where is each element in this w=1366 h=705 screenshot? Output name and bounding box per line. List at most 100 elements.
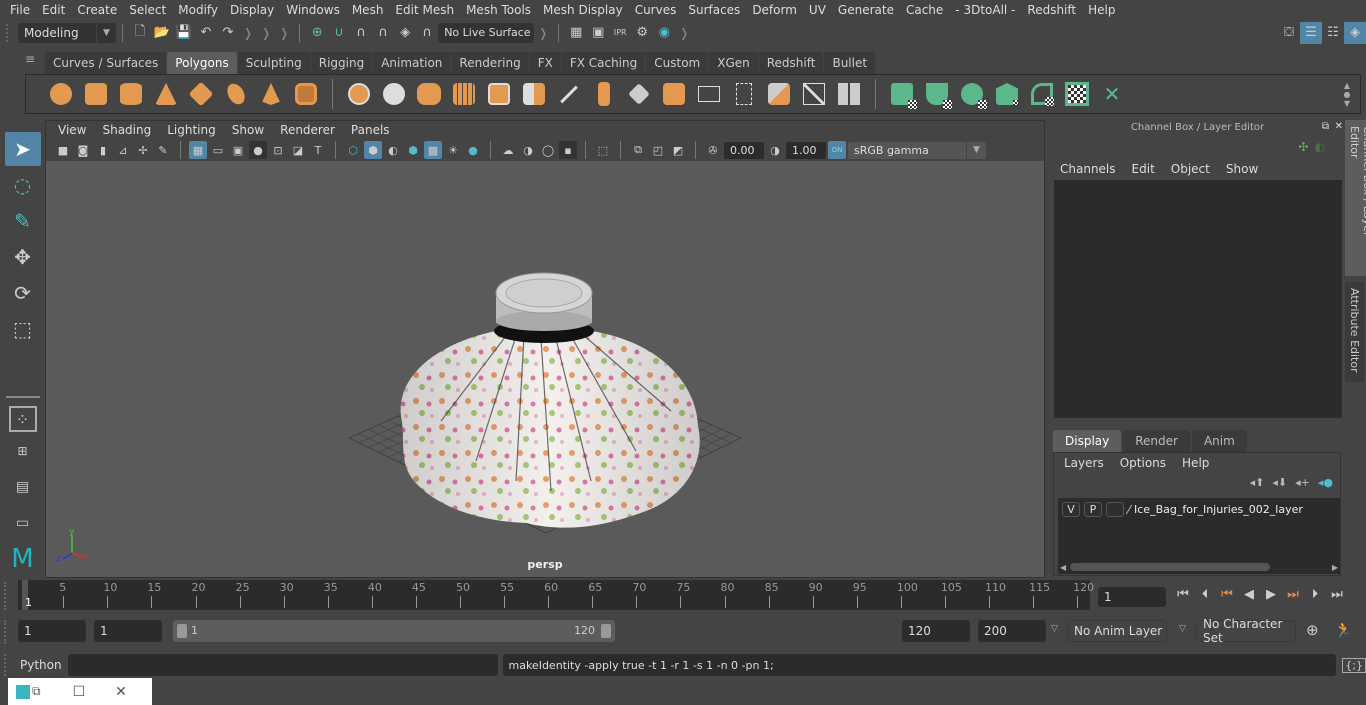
menu-help[interactable]: Help [1082, 3, 1121, 17]
undo-icon[interactable]: ↶ [195, 22, 217, 44]
camera-icon[interactable]: ■ [54, 141, 72, 159]
lasso-select-icon[interactable]: ◌ [5, 168, 41, 202]
move-tool-icon[interactable]: ✥ [5, 240, 41, 274]
collapse-arrow-icon[interactable]: ❭ [279, 26, 289, 40]
play-backwards-icon[interactable]: ◀ [1238, 587, 1260, 602]
vp-menu-view[interactable]: View [50, 123, 94, 137]
smooth-shade-icon[interactable]: ⬢ [364, 141, 382, 159]
playback-end-field[interactable]: 120 [902, 620, 970, 642]
anim-layer-dropdown[interactable]: No Anim Layer [1067, 620, 1167, 642]
shelf-tab-curves-surfaces[interactable]: Curves / Surfaces [45, 52, 168, 74]
menu-edit[interactable]: Edit [36, 3, 71, 17]
cb-menu-channels[interactable]: Channels [1052, 162, 1124, 176]
save-scene-icon[interactable]: 💾 [173, 22, 195, 44]
vp-menu-lighting[interactable]: Lighting [159, 123, 224, 137]
depth-of-field-icon[interactable]: ▪ [559, 141, 577, 159]
single-perspective-layout-icon[interactable]: ⁘ [8, 406, 37, 432]
vp-menu-shading[interactable]: Shading [94, 123, 159, 137]
screen-space-ao-icon[interactable]: ☁ [499, 141, 517, 159]
restore-icon[interactable]: ⧉ [32, 684, 41, 699]
grease-pencil-icon[interactable]: ✎ [154, 141, 172, 159]
motion-blur-icon[interactable]: ◑ [519, 141, 537, 159]
render-view-icon[interactable]: ▦ [565, 22, 587, 44]
poly-pyramid-icon[interactable] [256, 79, 286, 109]
append-icon[interactable] [729, 79, 759, 109]
scale-tool-icon[interactable]: ⬚ [5, 312, 41, 346]
poly-sphere-icon[interactable] [46, 79, 76, 109]
script-editor-icon[interactable]: {;} [1342, 657, 1366, 673]
snap-curve-icon[interactable]: ∪ [328, 22, 350, 44]
le-menu-help[interactable]: Help [1174, 456, 1217, 470]
step-forward-frame-icon[interactable]: ⏵ [1304, 587, 1326, 602]
hyperbolic-icon[interactable]: ∕ [1331, 140, 1335, 154]
multi-cut-icon[interactable] [554, 79, 584, 109]
step-back-key-icon[interactable]: ⏮ [1216, 587, 1238, 602]
render-settings-icon[interactable]: ⚙ [631, 22, 653, 44]
separate-icon[interactable] [379, 79, 409, 109]
safe-action-icon[interactable]: ◪ [289, 141, 307, 159]
default-material-icon[interactable]: ◐ [384, 141, 402, 159]
menu-cache[interactable]: Cache [900, 3, 949, 17]
color-management-toggle[interactable]: ON [828, 141, 846, 159]
attribute-editor-toggle-icon[interactable]: ☰ [1300, 21, 1322, 44]
live-surface-field[interactable]: No Live Surface [438, 22, 535, 43]
grip-handle[interactable] [4, 582, 12, 610]
viewport-panel[interactable]: View Shading Lighting Show Renderer Pane… [45, 120, 1045, 578]
menu-file[interactable]: File [4, 3, 36, 17]
speed-icon[interactable]: ◐ [1314, 140, 1324, 154]
step-forward-key-icon[interactable]: ⏭ [1282, 587, 1304, 602]
poly-diamond-icon[interactable] [186, 79, 216, 109]
script-language-toggle[interactable]: Python [20, 658, 62, 672]
menu-mesh-tools[interactable]: Mesh Tools [460, 3, 537, 17]
uv-spherical-icon[interactable] [957, 79, 987, 109]
shelf-scroll[interactable]: ▲ ● ▼ [1340, 81, 1354, 108]
vp-menu-show[interactable]: Show [224, 123, 272, 137]
chevron-down-icon[interactable]: ▽ [1179, 624, 1186, 634]
poly-pipe-icon[interactable] [291, 79, 321, 109]
bevel-cube-icon[interactable] [484, 79, 514, 109]
exposure-icon[interactable]: ✇ [704, 141, 722, 159]
new-scene-icon[interactable]: 🗋 [129, 22, 151, 44]
maximize-icon[interactable]: ☐ [73, 684, 86, 700]
range-start-handle[interactable] [177, 624, 187, 638]
gamma-icon[interactable]: ◑ [766, 141, 784, 159]
quad-draw-icon[interactable] [834, 79, 864, 109]
menu-surfaces[interactable]: Surfaces [682, 3, 746, 17]
select-tool-icon[interactable]: ➤ [4, 132, 41, 166]
arrow-right-icon[interactable]: ▶ [1332, 563, 1338, 572]
xray-components-icon[interactable]: ◩ [669, 141, 687, 159]
menu-curves[interactable]: Curves [629, 3, 683, 17]
tab-attribute-editor[interactable]: Attribute Editor [1345, 282, 1364, 382]
layer-horizontal-scrollbar[interactable]: ◀ ▶ [1060, 562, 1338, 572]
tab-channel-box-layer-editor[interactable]: Channel Box / Layer Editor [1345, 120, 1366, 276]
use-all-lights-icon[interactable]: ☀ [444, 141, 462, 159]
color-space-dropdown[interactable]: sRGB gamma ▼ [848, 141, 986, 159]
mirror-icon[interactable] [414, 79, 444, 109]
textured-icon[interactable]: ▩ [424, 141, 442, 159]
poly-cube-icon[interactable] [81, 79, 111, 109]
camera-attributes-icon[interactable]: ◙ [74, 141, 92, 159]
extrude-icon[interactable] [589, 79, 619, 109]
snap-grid-icon[interactable]: ⊕ [306, 22, 328, 44]
isolate-select-icon[interactable]: ⬚ [594, 141, 612, 159]
shelf-tab-sculpting[interactable]: Sculpting [237, 52, 311, 74]
grip-handle[interactable] [4, 654, 12, 676]
snap-magnet-icon[interactable]: ∩ [416, 22, 438, 44]
le-menu-layers[interactable]: Layers [1056, 456, 1112, 470]
uv-contour-icon[interactable] [1027, 79, 1057, 109]
collapse-arrow-icon[interactable]: ❭ [679, 26, 689, 40]
le-menu-options[interactable]: Options [1112, 456, 1174, 470]
tool-settings-icon[interactable]: ☷ [1322, 22, 1344, 44]
menu-deform[interactable]: Deform [746, 3, 803, 17]
wireframe-icon[interactable]: ⬡ [344, 141, 362, 159]
new-layer-icon[interactable]: ◂+ [1295, 476, 1310, 489]
move-layer-up-icon[interactable]: ◂⬆ [1250, 476, 1265, 489]
menu-modify[interactable]: Modify [172, 3, 224, 17]
tab-anim[interactable]: Anim [1191, 430, 1247, 452]
bevel-icon[interactable] [799, 79, 829, 109]
manipulator-icon[interactable]: ✣ [1298, 140, 1308, 154]
pan-zoom-icon[interactable]: ✢ [134, 141, 152, 159]
collapse-arrow-icon[interactable]: ❭ [243, 26, 253, 40]
menu-mesh[interactable]: Mesh [346, 3, 390, 17]
shelf-tabs-menu-icon[interactable]: ≡ [20, 52, 40, 66]
